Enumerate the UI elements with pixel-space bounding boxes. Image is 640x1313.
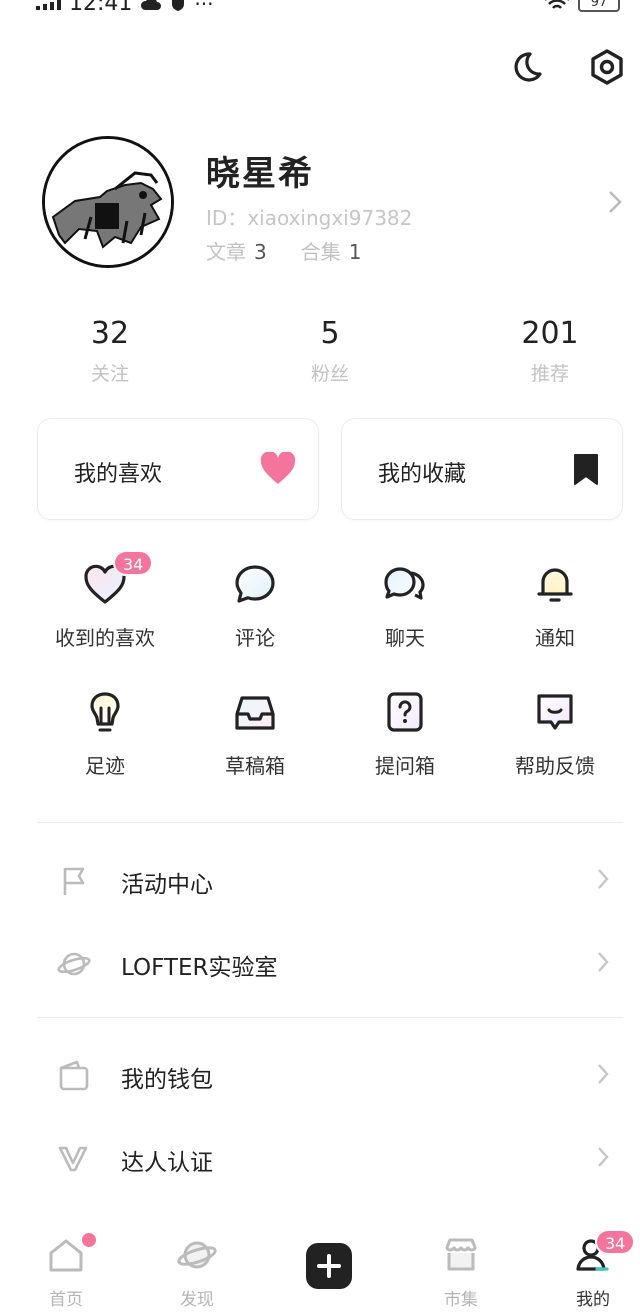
bottom-tab-bar: 首页 发现 市集 34 我的 (0, 1225, 640, 1313)
divider (37, 1017, 623, 1018)
menu-label: LOFTER实验室 (121, 955, 278, 981)
chat-icon (384, 567, 425, 600)
stat-label: 推荐 (530, 363, 569, 385)
stats-row: 32 关注 5 粉丝 201 推荐 (0, 316, 640, 396)
grid-label: 聊天 (385, 626, 425, 650)
planet-icon (177, 1241, 217, 1269)
stat-label: 粉丝 (310, 363, 349, 385)
divider (37, 822, 623, 823)
settings-icon[interactable] (588, 48, 626, 86)
menu-item-wallet[interactable]: 我的钱包 (37, 1045, 623, 1105)
grid-label: 提问箱 (375, 754, 435, 778)
menu-item-lofter-lab[interactable]: LOFTER实验室 (37, 933, 623, 993)
user-id-prefix: ID： (206, 206, 248, 230)
stat-label: 关注 (90, 363, 129, 385)
menu-label: 我的钱包 (121, 1067, 213, 1093)
grid-label: 通知 (535, 626, 575, 650)
create-post-button[interactable] (306, 1243, 352, 1289)
avatar[interactable] (42, 136, 174, 268)
articles-count: 3 (254, 240, 267, 264)
tab-label: 市集 (444, 1290, 478, 1310)
profile-meta: 文章 3 合集 1 (206, 236, 395, 265)
battery-indicator: 97 (578, 0, 620, 12)
bookmark-icon (574, 454, 598, 485)
signal-icon (36, 0, 61, 10)
chevron-right-icon (598, 869, 609, 889)
footprint-icon (90, 692, 120, 732)
user-id-value: xiaoxingxi97382 (247, 206, 413, 230)
comment-icon (235, 565, 275, 603)
question-box-icon (387, 692, 423, 732)
profile-header[interactable]: 晓星希 ID：xiaoxingxi97382 文章 3 合集 1 (42, 136, 632, 271)
flag-icon (63, 867, 85, 895)
footprints-item[interactable]: 足迹 (30, 688, 180, 779)
chevron-right-icon (598, 952, 609, 972)
my-favorites-label: 我的收藏 (378, 462, 467, 487)
grid-label: 评论 (235, 626, 275, 650)
tab-discover[interactable]: 发现 (147, 1225, 247, 1310)
verify-v-icon (58, 1146, 88, 1172)
wifi-icon (545, 0, 569, 9)
received-likes-item[interactable]: 34 收到的喜欢 (30, 550, 180, 651)
stat-followers[interactable]: 5 粉丝 (250, 316, 410, 386)
notification-dot (80, 1231, 98, 1249)
grid-label: 草稿箱 (225, 754, 285, 778)
stat-recommend[interactable]: 201 推荐 (470, 316, 630, 386)
grid-label: 帮助反馈 (515, 754, 595, 778)
collections-count: 1 (348, 240, 362, 264)
tab-label: 发现 (180, 1290, 214, 1310)
collections-label: 合集 (300, 240, 341, 264)
menu-label: 达人认证 (121, 1150, 213, 1176)
my-likes-label: 我的喜欢 (74, 462, 163, 487)
chevron-right-icon (598, 1147, 609, 1167)
notifications-item[interactable]: 通知 (480, 560, 630, 651)
chevron-right-icon (609, 191, 622, 213)
more-icon: ··· (194, 0, 214, 16)
comments-item[interactable]: 评论 (180, 560, 330, 651)
received-likes-badge: 34 (113, 550, 154, 576)
inbox-icon (235, 696, 275, 730)
stat-value: 201 (521, 316, 579, 351)
menu-label: 活动中心 (121, 872, 213, 898)
stat-following[interactable]: 32 关注 (30, 316, 190, 386)
menu-item-activity-center[interactable]: 活动中心 (37, 850, 623, 910)
tab-label: 首页 (49, 1290, 83, 1310)
chevron-right-icon (598, 1064, 609, 1084)
articles-label: 文章 (206, 240, 246, 264)
stat-value: 5 (320, 316, 340, 351)
drafts-item[interactable]: 草稿箱 (180, 688, 330, 779)
menu-item-verification[interactable]: 达人认证 (37, 1128, 623, 1188)
shield-icon (172, 0, 185, 11)
wallet-icon (59, 1060, 89, 1091)
planet-icon (57, 952, 91, 976)
heart-icon (260, 452, 296, 484)
shop-icon (445, 1238, 477, 1271)
tab-mine-badge: 34 (595, 1229, 636, 1255)
status-time: 12:41 (69, 0, 133, 16)
status-bar: 12:41 ··· 97 (0, 0, 640, 16)
cloud-icon (141, 0, 162, 10)
moon-icon[interactable] (506, 48, 544, 86)
question-box-item[interactable]: 提问箱 (330, 688, 480, 779)
username: 晓星希 (206, 154, 314, 194)
plus-icon (317, 1254, 341, 1278)
my-favorites-card[interactable]: 我的收藏 (341, 418, 623, 520)
stat-value: 32 (90, 316, 130, 351)
tab-mine[interactable]: 34 我的 (543, 1225, 640, 1310)
tab-market[interactable]: 市集 (411, 1225, 511, 1310)
grid-label: 足迹 (85, 754, 125, 778)
grid-label: 收到的喜欢 (55, 626, 155, 650)
my-likes-card[interactable]: 我的喜欢 (37, 418, 319, 520)
chat-item[interactable]: 聊天 (330, 560, 480, 651)
bell-icon (537, 568, 573, 602)
tab-label: 我的 (576, 1290, 610, 1310)
feedback-icon (537, 694, 573, 730)
user-id: ID：xiaoxingxi97382 (206, 202, 412, 231)
tab-home[interactable]: 首页 (16, 1225, 116, 1310)
help-feedback-item[interactable]: 帮助反馈 (480, 688, 630, 779)
